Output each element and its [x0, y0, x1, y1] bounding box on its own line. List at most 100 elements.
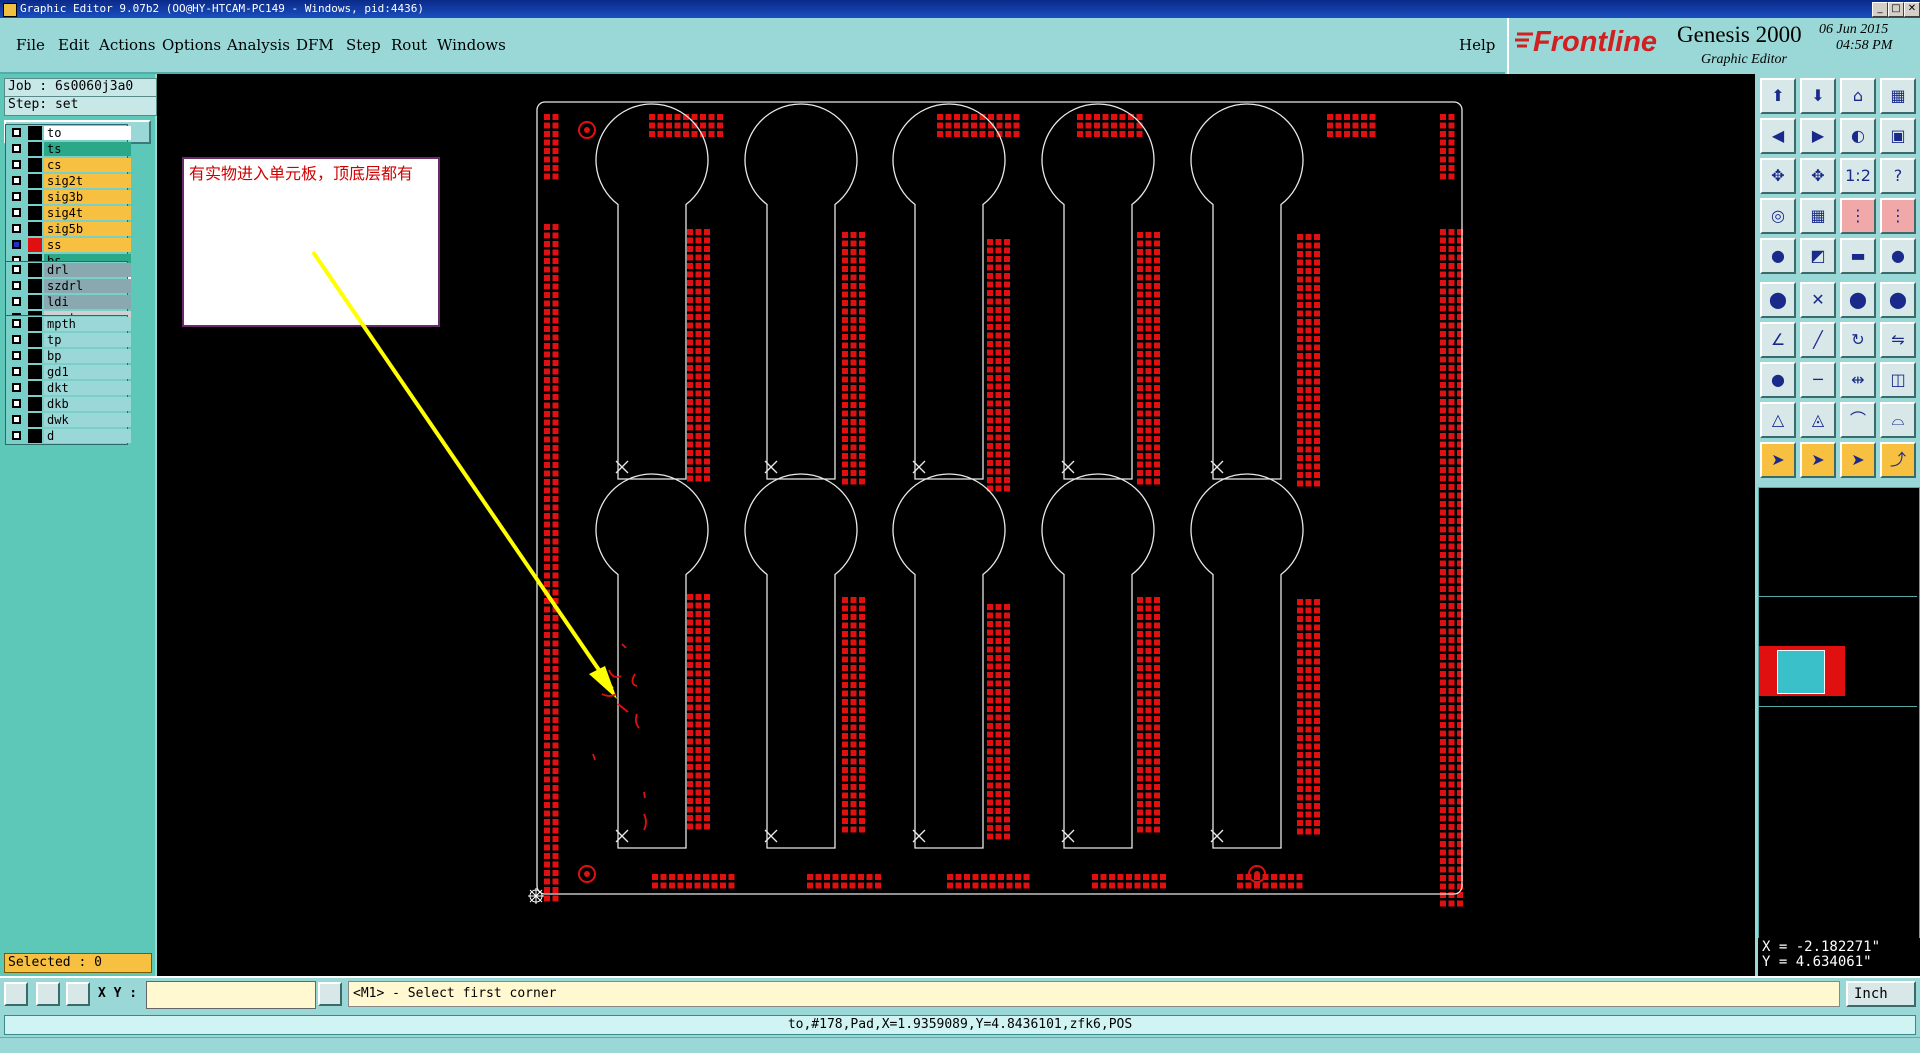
layer-row-gd1[interactable]: gd1: [6, 364, 131, 380]
jump-button[interactable]: ⤴: [1880, 442, 1916, 478]
mirror-button[interactable]: ⇋: [1880, 322, 1916, 358]
snap-mode-button[interactable]: [4, 982, 28, 1006]
overview-window[interactable]: [1758, 487, 1920, 944]
layer-name[interactable]: cs: [44, 158, 131, 172]
help-button[interactable]: ?: [1880, 158, 1916, 194]
layer-name[interactable]: to: [44, 126, 131, 140]
line-button[interactable]: ∠: [1760, 322, 1796, 358]
move-button[interactable]: ⬤: [1840, 282, 1876, 318]
layer-checkbox[interactable]: [12, 224, 21, 233]
layer-checkbox[interactable]: [12, 367, 21, 376]
menu-actions[interactable]: Actions: [99, 36, 155, 54]
layer-row-ts[interactable]: ts: [6, 141, 131, 157]
menu-step[interactable]: Step: [346, 36, 381, 54]
layer-checkbox[interactable]: [12, 383, 21, 392]
layer-row-szdrl[interactable]: szdrl: [6, 278, 131, 294]
copy-button[interactable]: ◫: [1880, 362, 1916, 398]
layer-name[interactable]: ts: [44, 142, 131, 156]
layer-row-ss[interactable]: ss: [6, 237, 131, 253]
connect-net-button[interactable]: ⬤: [1760, 282, 1796, 318]
layer-row-drl[interactable]: drl: [6, 262, 131, 278]
menu-options[interactable]: Options: [162, 36, 221, 54]
layer-name[interactable]: dwk: [44, 413, 131, 427]
edit-pointer-button[interactable]: ➤: [1840, 442, 1876, 478]
zoom-1to1-button[interactable]: 1:2: [1840, 158, 1876, 194]
menu-analysis[interactable]: Analysis: [227, 36, 290, 54]
layer-row-sig3b[interactable]: sig3b: [6, 189, 131, 205]
layer-checkbox[interactable]: [12, 335, 21, 344]
menu-edit[interactable]: Edit: [58, 36, 89, 54]
layer-checkbox[interactable]: [12, 351, 21, 360]
layer-name[interactable]: tp: [44, 333, 131, 347]
layer-row-dkb[interactable]: dkb: [6, 396, 131, 412]
layer-name[interactable]: sig3b: [44, 190, 131, 204]
layer-name[interactable]: ldi: [44, 295, 131, 309]
net-toggle-button[interactable]: ⋮: [1880, 198, 1916, 234]
arc-tool-button[interactable]: ⌓: [1880, 402, 1916, 438]
layer-checkbox[interactable]: [12, 160, 21, 169]
layer-name[interactable]: dkt: [44, 381, 131, 395]
pcb-drawing[interactable]: [157, 74, 1755, 976]
overview-view-rect[interactable]: [1777, 650, 1825, 694]
units-select[interactable]: Inch: [1846, 981, 1916, 1007]
layer-checkbox[interactable]: [12, 431, 21, 440]
layer-name[interactable]: gd1: [44, 365, 131, 379]
drill-button[interactable]: ⬤: [1880, 282, 1916, 318]
layer-row-to[interactable]: to: [6, 125, 131, 141]
layer-row-cs[interactable]: cs: [6, 157, 131, 173]
layer-name[interactable]: bp: [44, 349, 131, 363]
measure-mode-button[interactable]: [36, 982, 60, 1006]
layer-name[interactable]: dkb: [44, 397, 131, 411]
layer-checkbox[interactable]: [12, 265, 21, 274]
layer-checkbox[interactable]: [12, 128, 21, 137]
pan-center-button[interactable]: ◐: [1840, 118, 1876, 154]
menu-rout[interactable]: Rout: [391, 36, 427, 54]
snap-button[interactable]: ◎: [1760, 198, 1796, 234]
layer-name[interactable]: szdrl: [44, 279, 131, 293]
layer-checkbox[interactable]: [12, 281, 21, 290]
layer-checkbox[interactable]: [12, 208, 21, 217]
delete-line-button[interactable]: ─: [1800, 362, 1836, 398]
ruler-button[interactable]: ▬: [1840, 238, 1876, 274]
add-pad-button[interactable]: ●: [1760, 362, 1796, 398]
layer-checkbox[interactable]: [12, 319, 21, 328]
layer-row-dkt[interactable]: dkt: [6, 380, 131, 396]
layer-checkbox[interactable]: [12, 240, 21, 249]
layer-name[interactable]: sig2t: [44, 174, 131, 188]
layer-checkbox[interactable]: [12, 192, 21, 201]
layer-row-d[interactable]: d: [6, 428, 131, 444]
zoom-home-button[interactable]: ⬆: [1760, 78, 1796, 114]
zoom-fit-button[interactable]: ▣: [1880, 118, 1916, 154]
cross-select-button[interactable]: ✕: [1800, 282, 1836, 318]
layer-row-sig5b[interactable]: sig5b: [6, 221, 131, 237]
close-button[interactable]: ✕: [1904, 2, 1920, 17]
layer-name[interactable]: d: [44, 429, 131, 443]
feature-info-button[interactable]: ●: [1760, 238, 1796, 274]
grid-button[interactable]: ▦: [1880, 78, 1916, 114]
layer-checkbox[interactable]: [12, 144, 21, 153]
layer-checkbox[interactable]: [12, 176, 21, 185]
route-button[interactable]: ◬: [1800, 402, 1836, 438]
layer-row-ldi[interactable]: ldi: [6, 294, 131, 310]
arc-button[interactable]: ⌒: [1840, 402, 1876, 438]
xy-input[interactable]: [146, 981, 316, 1009]
menu-dfm[interactable]: DFM: [296, 36, 334, 54]
layer-name[interactable]: sig5b: [44, 222, 131, 236]
measure-button[interactable]: ◩: [1800, 238, 1836, 274]
cursor-mode-button[interactable]: [318, 982, 342, 1006]
layer-row-bp[interactable]: bp: [6, 348, 131, 364]
move-pointer-button[interactable]: ➤: [1800, 442, 1836, 478]
maximize-button[interactable]: □: [1888, 2, 1904, 17]
menu-file[interactable]: File: [16, 36, 45, 54]
select-pointer-button[interactable]: ➤: [1760, 442, 1796, 478]
layer-checkbox[interactable]: [12, 415, 21, 424]
layer-name[interactable]: drl: [44, 263, 131, 277]
resize-button[interactable]: ⇹: [1840, 362, 1876, 398]
layer-row-sig4t[interactable]: sig4t: [6, 205, 131, 221]
pan-right-button[interactable]: ▶: [1800, 118, 1836, 154]
grid-mode-button[interactable]: [66, 982, 90, 1006]
fit-page-button[interactable]: ✥: [1760, 158, 1796, 194]
layer-row-sig2t[interactable]: sig2t: [6, 173, 131, 189]
graphic-canvas[interactable]: 有实物进入单元板，顶底层都有: [157, 74, 1755, 976]
polyline-button[interactable]: ╱: [1800, 322, 1836, 358]
